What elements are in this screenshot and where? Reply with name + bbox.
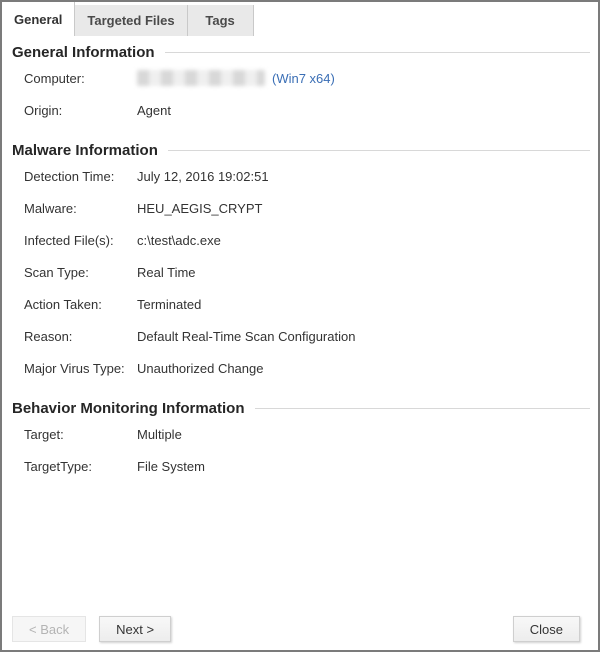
tab-tags[interactable]: Tags: [188, 5, 254, 36]
redacted-computer-name: [137, 70, 265, 86]
dialog-content: General Information Computer: (Win7 x64)…: [2, 42, 598, 482]
row-value: c:\test\adc.exe: [137, 233, 221, 248]
row-computer: Computer: (Win7 x64): [12, 62, 590, 94]
row-malware: Malware: HEU_AEGIS_CRYPT: [12, 192, 590, 224]
section-behavior-monitoring-information: Behavior Monitoring Information: [12, 398, 590, 418]
row-infected-files: Infected File(s): c:\test\adc.exe: [12, 224, 590, 256]
tab-general-label: General: [14, 12, 62, 27]
tab-bar: General Targeted Files Tags: [2, 2, 598, 36]
row-value: Agent: [137, 103, 171, 118]
row-target-type: TargetType: File System: [12, 450, 590, 482]
row-value: Terminated: [137, 297, 201, 312]
row-action-taken: Action Taken: Terminated: [12, 288, 590, 320]
row-major-virus-type: Major Virus Type: Unauthorized Change: [12, 352, 590, 384]
next-button[interactable]: Next >: [99, 616, 171, 642]
platform-link[interactable]: (Win7 x64): [272, 71, 335, 86]
scan-configuration-link[interactable]: Default Real-Time Scan Configuration: [137, 329, 355, 344]
row-value: HEU_AEGIS_CRYPT: [137, 201, 262, 216]
tab-targeted-files-label: Targeted Files: [87, 13, 174, 28]
row-label: TargetType:: [24, 459, 137, 474]
section-title: Behavior Monitoring Information: [12, 400, 245, 417]
row-value: (Win7 x64): [137, 70, 335, 86]
tab-targeted-files[interactable]: Targeted Files: [75, 5, 187, 36]
row-label: Infected File(s):: [24, 233, 137, 248]
row-label: Major Virus Type:: [24, 361, 137, 376]
section-title: General Information: [12, 44, 155, 61]
row-scan-type: Scan Type: Real Time: [12, 256, 590, 288]
row-value: Real Time: [137, 265, 196, 280]
malware-detail-dialog: General Targeted Files Tags General Info…: [0, 0, 600, 652]
row-label: Reason:: [24, 329, 137, 344]
row-origin: Origin: Agent: [12, 94, 590, 126]
section-general-information: General Information: [12, 42, 590, 62]
tab-general[interactable]: General: [2, 2, 75, 36]
row-value: File System: [137, 459, 205, 474]
row-label: Action Taken:: [24, 297, 137, 312]
row-detection-time: Detection Time: July 12, 2016 19:02:51: [12, 160, 590, 192]
back-button[interactable]: < Back: [12, 616, 86, 642]
row-value: Multiple: [137, 427, 182, 442]
section-title: Malware Information: [12, 142, 158, 159]
row-label: Scan Type:: [24, 265, 137, 280]
row-label: Origin:: [24, 103, 137, 118]
row-target: Target: Multiple: [12, 418, 590, 450]
row-label: Computer:: [24, 71, 137, 86]
row-reason: Reason: Default Real-Time Scan Configura…: [12, 320, 590, 352]
row-label: Detection Time:: [24, 169, 137, 184]
section-malware-information: Malware Information: [12, 140, 590, 160]
footer-button-bar: < Back Next > Close: [12, 616, 580, 642]
row-label: Malware:: [24, 201, 137, 216]
row-value: Unauthorized Change: [137, 361, 263, 376]
tab-tags-label: Tags: [205, 13, 234, 28]
row-label: Target:: [24, 427, 137, 442]
close-button[interactable]: Close: [513, 616, 580, 642]
row-value: July 12, 2016 19:02:51: [137, 169, 269, 184]
